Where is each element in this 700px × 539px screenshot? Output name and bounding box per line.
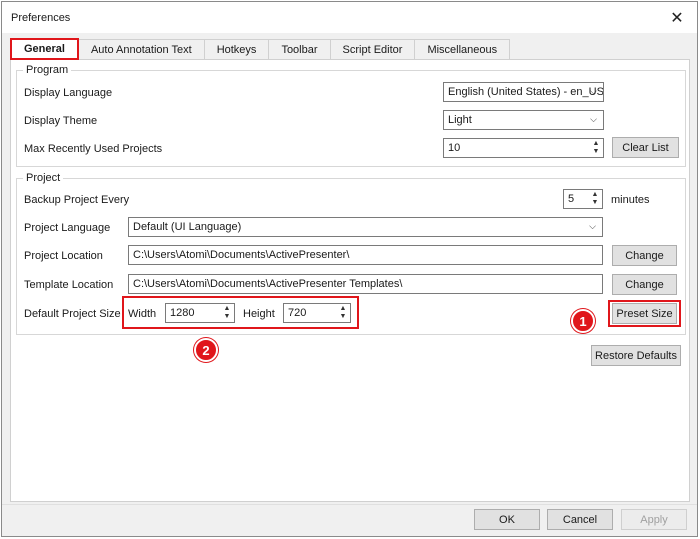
window-title: Preferences: [11, 12, 71, 24]
spin-arrows-icon[interactable]: ▲ ▼: [220, 304, 234, 322]
display-theme-value: Light: [448, 114, 472, 126]
project-group-legend: Project: [26, 172, 61, 184]
callout-badge-1: 1: [571, 309, 595, 333]
default-project-size-label: Default Project Size: [24, 308, 121, 320]
backup-spinner[interactable]: 5 ▲ ▼: [563, 189, 603, 209]
height-value: 720: [288, 307, 307, 319]
display-language-value: English (United States) - en_US: [448, 86, 604, 98]
project-language-label: Project Language: [24, 222, 111, 234]
tab-miscellaneous[interactable]: Miscellaneous: [414, 39, 511, 60]
close-button[interactable]: ✕: [657, 2, 697, 33]
backup-value: 5: [568, 193, 575, 205]
template-location-label: Template Location: [24, 279, 114, 291]
general-tab-panel: Program Display Language English (United…: [10, 59, 690, 502]
template-location-input[interactable]: C:\Users\Atomi\Documents\ActivePresenter…: [128, 274, 603, 294]
cancel-button[interactable]: Cancel: [547, 509, 613, 530]
project-location-label: Project Location: [24, 250, 103, 262]
width-label: Width: [128, 308, 157, 320]
project-location-value: C:\Users\Atomi\Documents\ActivePresenter…: [133, 249, 350, 261]
clear-list-button[interactable]: Clear List: [612, 137, 679, 158]
callout-badge-2: 2: [194, 338, 218, 362]
footer-separator: [2, 504, 697, 505]
title-bar: Preferences ✕: [2, 2, 697, 33]
backup-label: Backup Project Every: [24, 194, 130, 206]
display-language-label: Display Language: [24, 87, 113, 99]
spin-arrows-icon[interactable]: ▲ ▼: [588, 190, 602, 208]
tab-script-editor[interactable]: Script Editor: [329, 39, 416, 60]
template-location-value: C:\Users\Atomi\Documents\ActivePresenter…: [133, 278, 403, 290]
preset-size-button[interactable]: Preset Size: [612, 303, 677, 324]
spin-arrows-icon[interactable]: ▲ ▼: [336, 304, 350, 322]
spin-arrows-icon[interactable]: ▲ ▼: [589, 139, 603, 157]
apply-button[interactable]: Apply: [621, 509, 687, 530]
tab-auto-annotation-text[interactable]: Auto Annotation Text: [77, 39, 205, 60]
chevron-down-icon: ⌵: [590, 114, 597, 124]
tab-strip: General Auto Annotation Text Hotkeys Too…: [10, 38, 690, 60]
program-group-legend: Program: [26, 64, 69, 76]
restore-defaults-button[interactable]: Restore Defaults: [591, 345, 681, 366]
project-language-value: Default (UI Language): [133, 221, 242, 233]
preferences-window: Preferences ✕ General Auto Annotation Te…: [1, 1, 698, 537]
display-theme-label: Display Theme: [24, 115, 98, 127]
project-location-input[interactable]: C:\Users\Atomi\Documents\ActivePresenter…: [128, 245, 603, 265]
tab-general[interactable]: General: [10, 38, 79, 60]
tab-hotkeys[interactable]: Hotkeys: [203, 39, 270, 60]
max-recent-value: 10: [448, 142, 461, 154]
height-spinner[interactable]: 720 ▲ ▼: [283, 303, 351, 323]
width-spinner[interactable]: 1280 ▲ ▼: [165, 303, 235, 323]
project-location-change-button[interactable]: Change: [612, 245, 677, 266]
width-value: 1280: [170, 307, 195, 319]
backup-unit-label: minutes: [611, 194, 650, 206]
max-recent-spinner[interactable]: 10 ▲ ▼: [443, 138, 604, 158]
close-icon: ✕: [670, 9, 684, 27]
height-label: Height: [243, 308, 275, 320]
display-language-select[interactable]: English (United States) - en_US ⌵: [443, 82, 604, 102]
project-language-select[interactable]: Default (UI Language) ⌵: [128, 217, 603, 237]
tab-toolbar[interactable]: Toolbar: [268, 39, 331, 60]
chevron-down-icon: ⌵: [589, 221, 596, 231]
display-theme-select[interactable]: Light ⌵: [443, 110, 604, 130]
max-recent-label: Max Recently Used Projects: [24, 143, 163, 155]
chevron-down-icon: ⌵: [590, 86, 597, 96]
ok-button[interactable]: OK: [474, 509, 540, 530]
template-location-change-button[interactable]: Change: [612, 274, 677, 295]
